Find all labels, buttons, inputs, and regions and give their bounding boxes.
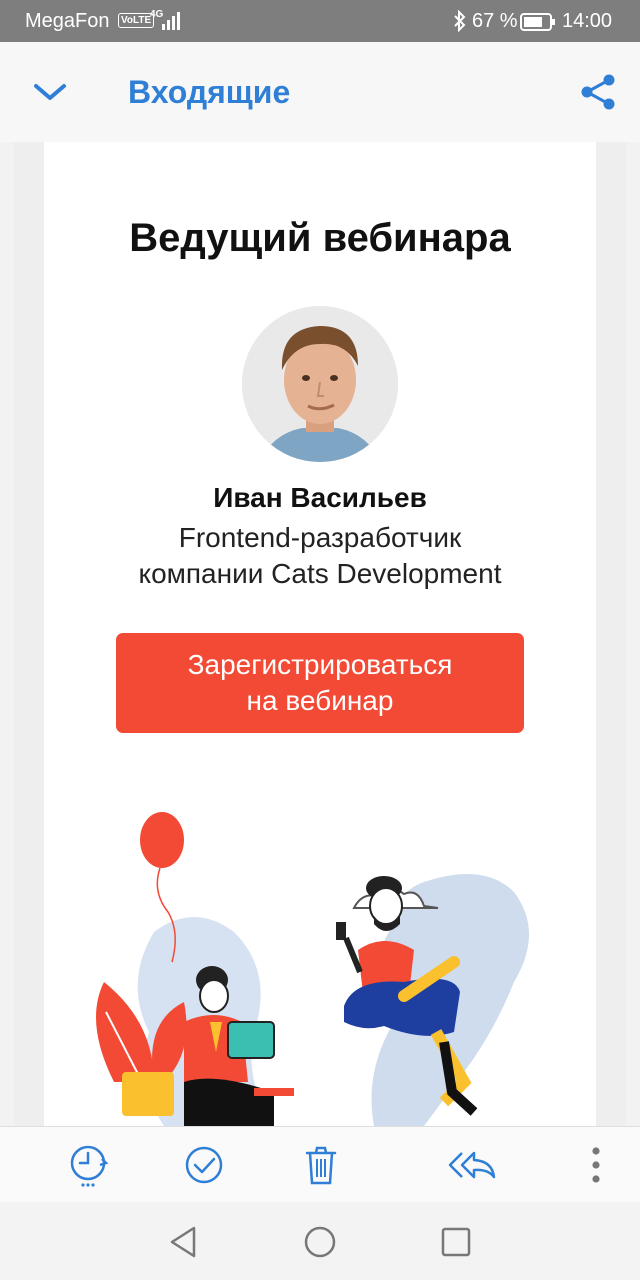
email-heading: Ведущий вебинара <box>129 216 511 260</box>
speaker-name: Иван Васильев <box>213 482 427 513</box>
system-nav-bar <box>0 1202 640 1280</box>
speaker-photo <box>242 306 398 462</box>
email-body: Ведущий вебинара Иван Васильев Frontend-… <box>14 142 626 1126</box>
email-card: Ведущий вебинара Иван Васильев Frontend-… <box>44 142 596 1126</box>
back-triangle-icon[interactable] <box>164 1222 204 1262</box>
bluetooth-icon <box>454 10 466 32</box>
clock: 14:00 <box>562 10 613 32</box>
carrier-label: MegaFon <box>25 10 110 32</box>
home-circle-icon[interactable] <box>300 1222 340 1262</box>
cta-line: на вебинар <box>246 685 394 716</box>
speaker-role-line: Frontend-разработчик <box>178 522 462 553</box>
webinar-illustration <box>96 812 529 1126</box>
mail-header: Входящие <box>0 42 640 142</box>
register-webinar-button[interactable]: Зарегистрироваться на вебинар <box>116 633 524 733</box>
trash-icon[interactable] <box>297 1141 345 1189</box>
folder-title: Входящие <box>128 74 291 110</box>
speaker-company-line: компании Cats Development <box>138 558 502 589</box>
more-icon[interactable] <box>572 1141 620 1189</box>
mark-done-icon[interactable] <box>180 1141 228 1189</box>
mail-toolbar <box>0 1126 640 1202</box>
cta-line: Зарегистрироваться <box>187 649 453 680</box>
status-bar: MegaFon VoLTE 4G 67 % 14:00 <box>0 0 640 42</box>
snooze-icon[interactable] <box>64 1141 112 1189</box>
share-icon[interactable] <box>578 72 618 112</box>
battery-icon <box>520 13 555 31</box>
reply-all-icon[interactable] <box>448 1141 496 1189</box>
speaker-avatar <box>242 306 398 462</box>
signal-icon <box>162 12 180 30</box>
chevron-down-icon[interactable] <box>30 74 70 110</box>
battery-percent: 67 % <box>472 10 518 32</box>
speaker-role: Frontend-разработчик компании Cats Devel… <box>44 520 596 592</box>
recents-square-icon[interactable] <box>436 1222 476 1262</box>
volte-badge: VoLTE <box>118 13 155 28</box>
